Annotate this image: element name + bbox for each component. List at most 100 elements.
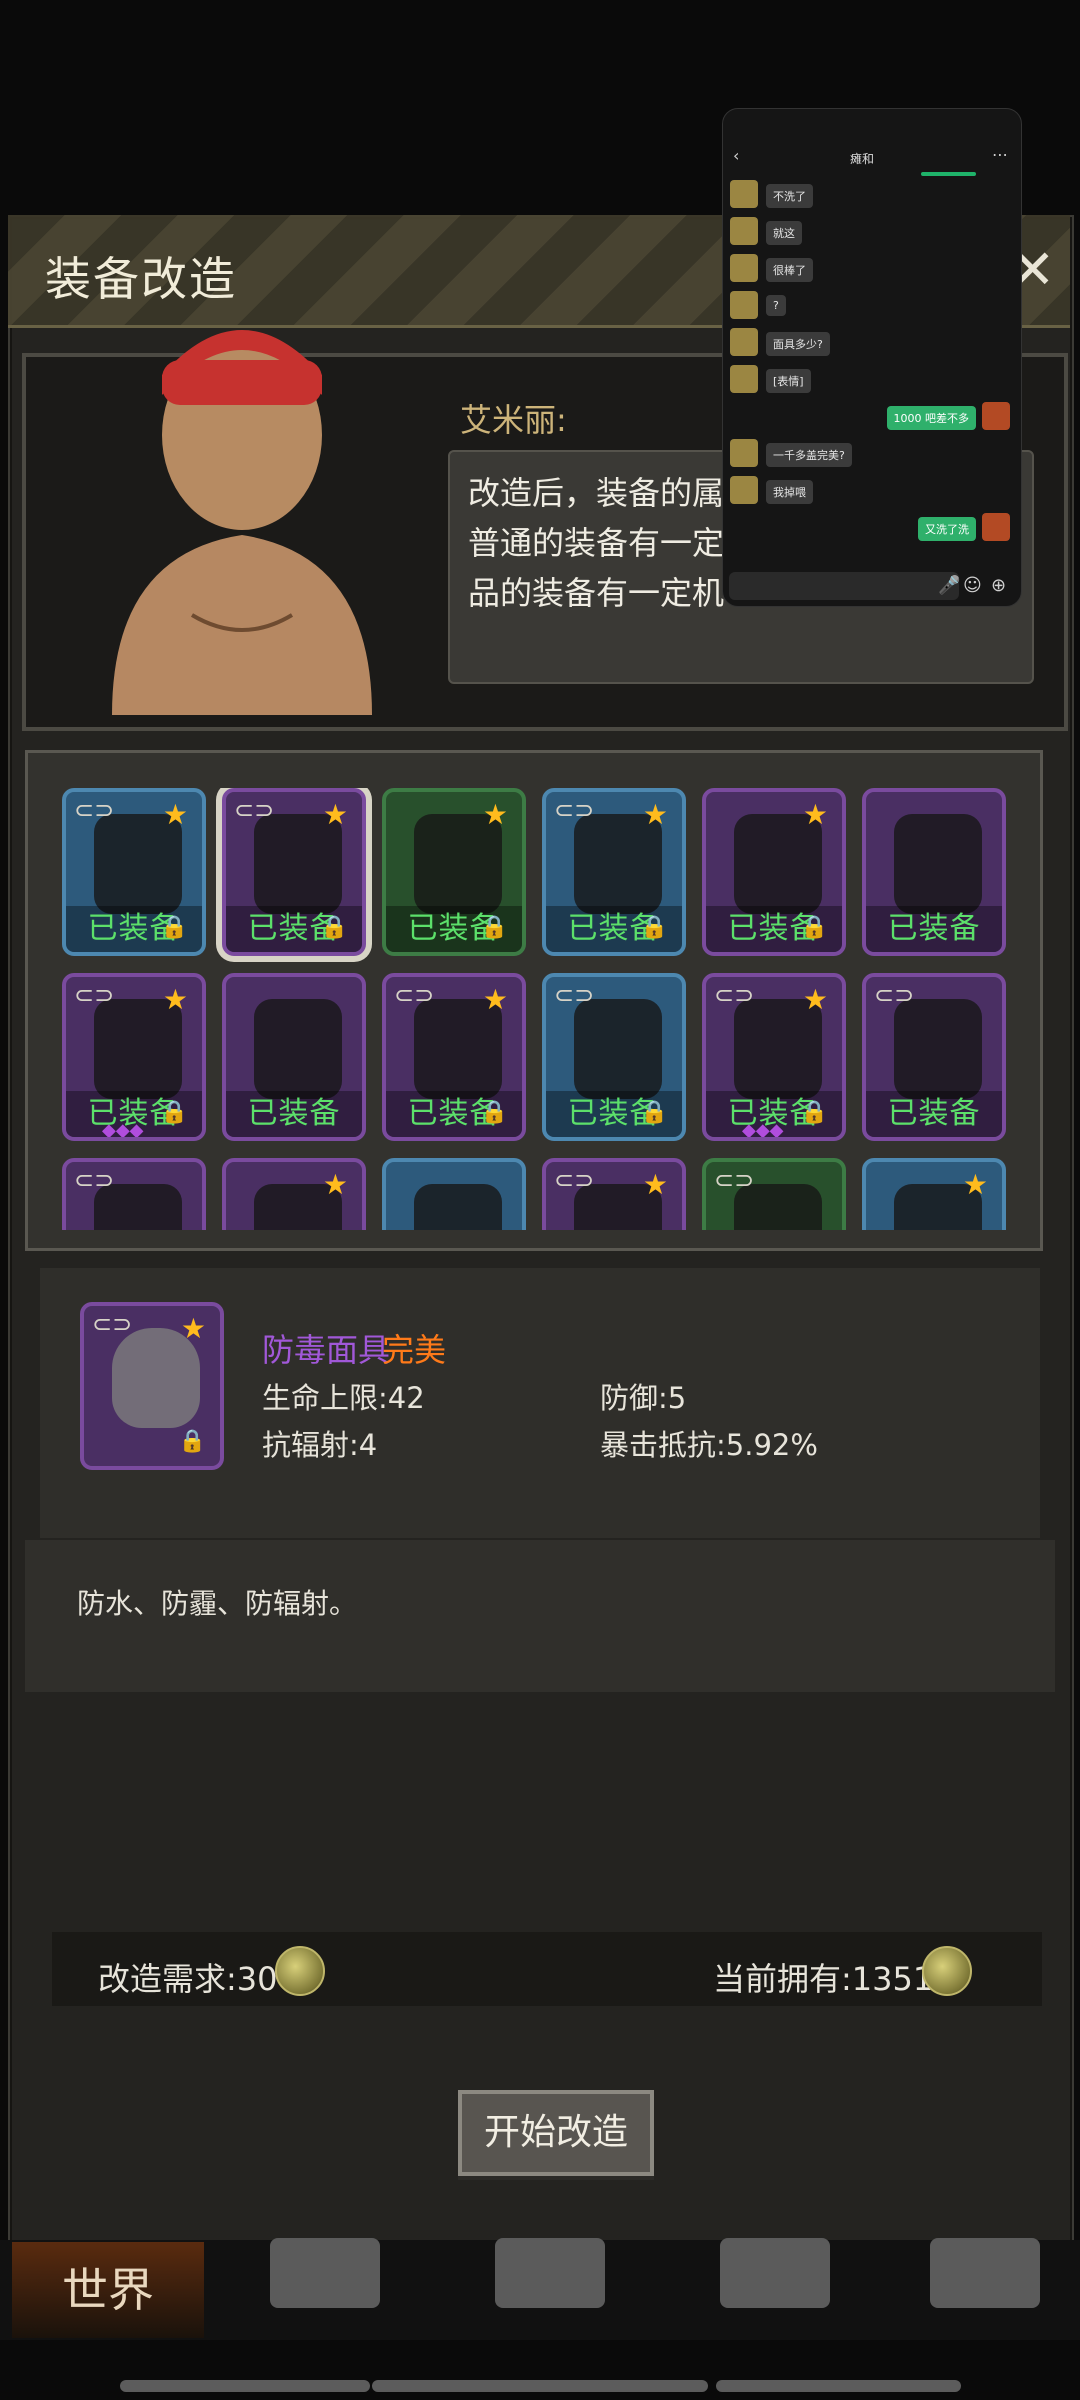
- star-icon: ★: [482, 798, 508, 831]
- gesture-bar: [0, 2370, 1080, 2400]
- chat-avatar: [730, 217, 758, 245]
- inventory-slot[interactable]: ⊂⊃ ★: [542, 1158, 686, 1230]
- start-modify-button[interactable]: 开始改造: [458, 2090, 654, 2176]
- chat-avatar: [730, 180, 758, 208]
- lock-icon: 🔒: [640, 1100, 668, 1125]
- inventory-slot[interactable]: ⊂⊃ 已装备 🔒: [542, 973, 686, 1141]
- lock-icon: 🔒: [178, 1429, 206, 1454]
- item-description: 防水、防霾、防辐射。: [77, 1587, 358, 1620]
- star-icon: ★: [162, 798, 188, 831]
- chat-message: [表情]: [766, 369, 811, 393]
- chat-avatar: [730, 476, 758, 504]
- npc-name: 艾米丽:: [460, 401, 567, 439]
- gem-slots: ◆◆◆: [102, 1120, 144, 1141]
- mic-icon[interactable]: 🎤: [938, 575, 960, 596]
- inventory-slot[interactable]: [382, 1158, 526, 1230]
- lock-icon: 🔒: [640, 915, 668, 940]
- star-icon: ★: [162, 983, 188, 1016]
- chat-avatar: [730, 328, 758, 356]
- lock-icon: 🔒: [320, 915, 348, 940]
- inventory-slot[interactable]: ★: [862, 1158, 1006, 1230]
- star-icon: ★: [482, 983, 508, 1016]
- chat-avatar: [730, 439, 758, 467]
- inventory-slot[interactable]: ⊂⊃: [62, 1158, 206, 1230]
- chat-message: 不洗了: [766, 184, 813, 208]
- selected-item-icon: ⊂⊃ ★ 🔒: [80, 1302, 224, 1470]
- item-icon: [254, 999, 342, 1099]
- star-icon: ★: [322, 798, 348, 831]
- lock-icon: 🔒: [800, 1100, 828, 1125]
- link-icon: ⊂⊃: [714, 981, 755, 1009]
- item-name: 防毒面具: [262, 1331, 391, 1369]
- chat-messages: 不洗了 就这 很棒了? 面具多少? [表情] 1000 吧差不多 一千多盖完美? 我掉喂 又洗了…: [722, 180, 1020, 560]
- coin-icon: [275, 1946, 325, 1996]
- chat-message: ?: [766, 295, 786, 316]
- equipped-label: 已装备: [866, 1091, 1002, 1137]
- inventory-slot[interactable]: ⊂⊃ 已装备: [862, 973, 1006, 1141]
- link-icon: ⊂⊃: [714, 1166, 755, 1194]
- link-icon: ⊂⊃: [554, 796, 595, 824]
- link-icon: ⊂⊃: [92, 1310, 133, 1338]
- item-icon: [574, 999, 662, 1099]
- item-icon: [894, 814, 982, 914]
- link-icon: ⊂⊃: [554, 1166, 595, 1194]
- npc-portrait: [112, 330, 372, 715]
- inventory-slot[interactable]: ★ 已装备 🔒: [382, 788, 526, 956]
- lock-icon: 🔒: [480, 1100, 508, 1125]
- coin-icon: [922, 1946, 972, 1996]
- nav-world-tab[interactable]: 世界: [12, 2242, 204, 2338]
- inventory-slot[interactable]: ⊂⊃ ★ 已装备 🔒 ◆◆◆: [702, 973, 846, 1141]
- stat-hp: 生命上限:42: [262, 1381, 425, 1415]
- lock-icon: 🔒: [160, 915, 188, 940]
- chat-message: 面具多少?: [766, 332, 830, 356]
- gas-mask-icon: [112, 1328, 200, 1428]
- equipped-label: 已装备: [226, 1091, 362, 1137]
- item-icon: [894, 999, 982, 1099]
- inventory-slot[interactable]: ⊂⊃: [702, 1158, 846, 1230]
- chat-message: 又洗了洗: [918, 517, 976, 541]
- star-icon: ★: [802, 983, 828, 1016]
- chat-avatar: [982, 402, 1010, 430]
- inventory-grid[interactable]: ⊂⊃ ★ 已装备 🔒 ⊂⊃ ★ 已装备 🔒 ★ 已装备 🔒 ⊂⊃ ★ 已装备 🔒 ★ 已装备 🔒 已装备 ⊂⊃ ★ 已装备…: [62, 788, 1022, 1230]
- panel-title: 装备改造: [45, 252, 237, 306]
- link-icon: ⊂⊃: [874, 981, 915, 1009]
- lock-icon: 🔒: [800, 915, 828, 940]
- chat-avatar: [982, 513, 1010, 541]
- chat-message: 就这: [766, 221, 802, 245]
- star-icon: ★: [642, 1168, 668, 1201]
- equipped-label: 已装备: [866, 906, 1002, 952]
- inventory-slot[interactable]: ⊂⊃ ★ 已装备 🔒: [382, 973, 526, 1141]
- link-icon: ⊂⊃: [234, 796, 275, 824]
- npc-line-3: 品的装备有一定机率: [468, 574, 757, 612]
- inventory-slot[interactable]: ★ 已装备 🔒: [702, 788, 846, 956]
- item-icon: [414, 1184, 502, 1230]
- chat-avatar: [730, 365, 758, 393]
- chat-input[interactable]: [729, 572, 959, 600]
- inventory-slot[interactable]: ★: [222, 1158, 366, 1230]
- chat-title: 瘫和: [850, 152, 875, 166]
- stat-def: 防御:5: [600, 1381, 687, 1415]
- nav-backpack-icon[interactable]: [270, 2238, 380, 2308]
- gesture-segment: [120, 2380, 370, 2392]
- lock-icon: 🔒: [480, 915, 508, 940]
- inventory-slot[interactable]: ⊂⊃ ★ 已装备 🔒: [62, 788, 206, 956]
- emoji-icon[interactable]: ☺: [963, 575, 982, 596]
- inventory-slot[interactable]: ⊂⊃ ★ 已装备 🔒: [542, 788, 686, 956]
- inventory-slot[interactable]: ⊂⊃ ★ 已装备 🔒 ◆◆◆: [62, 973, 206, 1141]
- inventory-slot[interactable]: ⊂⊃ ★ 已装备 🔒: [222, 788, 366, 956]
- nav-building-icon[interactable]: [720, 2238, 830, 2308]
- inventory-slot[interactable]: 已装备: [862, 788, 1006, 956]
- lock-icon: 🔒: [160, 1100, 188, 1125]
- star-icon: ★: [802, 798, 828, 831]
- star-icon: ★: [962, 1168, 988, 1201]
- back-icon[interactable]: ‹: [733, 146, 739, 165]
- gesture-segment: [372, 2380, 708, 2392]
- nav-character-icon[interactable]: [495, 2238, 605, 2308]
- npc-line-2: 普通的装备有一定机: [468, 524, 757, 562]
- inventory-slot[interactable]: 已装备: [222, 973, 366, 1141]
- chat-avatar: [730, 291, 758, 319]
- nav-cart-icon[interactable]: [930, 2238, 1040, 2308]
- plus-icon[interactable]: ⊕: [991, 575, 1006, 596]
- chat-message: 很棒了: [766, 258, 813, 282]
- more-icon[interactable]: ⋯: [992, 145, 1008, 164]
